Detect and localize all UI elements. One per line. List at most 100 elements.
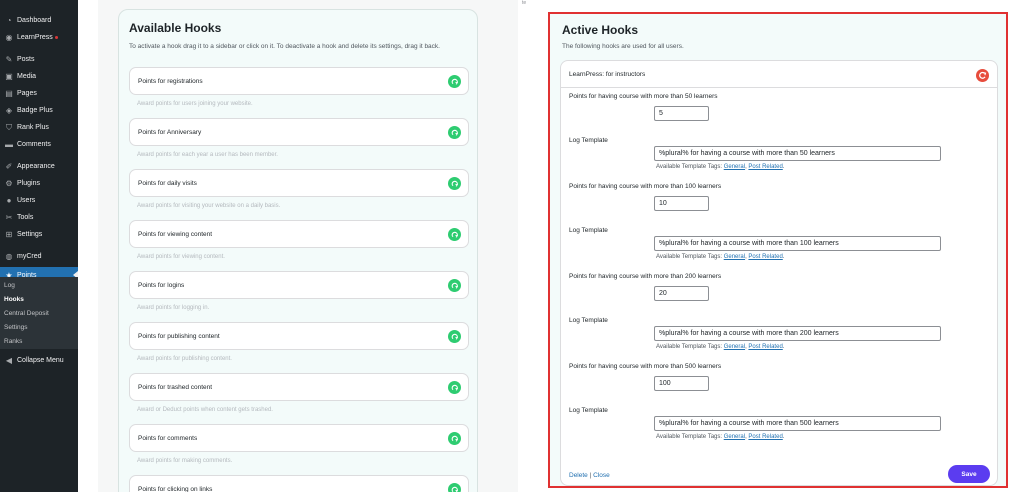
- log-template-input[interactable]: %plural% for having a course with more t…: [654, 416, 941, 431]
- points-amount-input[interactable]: 20: [654, 286, 709, 301]
- corner-text: te: [522, 0, 527, 6]
- points-amount-input[interactable]: 100: [654, 376, 709, 391]
- hook-card[interactable]: Points for publishing content: [129, 322, 469, 350]
- remove-hook-icon[interactable]: [976, 69, 989, 82]
- add-hook-icon[interactable]: [448, 483, 461, 492]
- tags-suffix: .: [782, 164, 785, 170]
- add-hook-icon[interactable]: [448, 177, 461, 190]
- add-hook-icon[interactable]: [448, 228, 461, 241]
- collapse-menu-button[interactable]: ◀ Collapse Menu: [0, 352, 78, 369]
- menu-item-comments[interactable]: ▬ Comments: [0, 136, 78, 153]
- menu-item-rank-plus[interactable]: ⛉ Rank Plus: [0, 119, 78, 136]
- pin-icon: ✎: [5, 55, 13, 64]
- hook-card[interactable]: Points for clicking on links: [129, 475, 469, 492]
- add-hook-icon[interactable]: [448, 279, 461, 292]
- hook-card[interactable]: Points for comments: [129, 424, 469, 452]
- menu-item-posts[interactable]: ✎ Posts: [0, 51, 78, 68]
- post-related-tags-link[interactable]: Post Related: [748, 434, 782, 440]
- post-related-tags-link[interactable]: Post Related: [748, 344, 782, 350]
- menu-item-media[interactable]: ▣ Media: [0, 68, 78, 85]
- log-template-input[interactable]: %plural% for having a course with more t…: [654, 326, 941, 341]
- hook-card[interactable]: Points for registrations: [129, 67, 469, 95]
- menu-item-label: Posts: [17, 56, 35, 63]
- hook-card[interactable]: Points for daily visits: [129, 169, 469, 197]
- menu-item-settings[interactable]: ⊞ Settings: [0, 226, 78, 243]
- post-related-tags-link[interactable]: Post Related: [748, 164, 782, 170]
- menu-item-label: Tools: [17, 214, 34, 221]
- hook-card[interactable]: Points for Anniversary: [129, 118, 469, 146]
- add-hook-icon[interactable]: [448, 381, 461, 394]
- points-amount-input[interactable]: 5: [654, 106, 709, 121]
- tags-suffix: .: [782, 254, 785, 260]
- hook-description: Award points for making comments.: [137, 458, 233, 464]
- hook-card[interactable]: Points for trashed content: [129, 373, 469, 401]
- badge-icon: ◈: [5, 106, 13, 115]
- settings-icon: ⊞: [5, 230, 13, 239]
- points-field-label: Points for having course with more than …: [569, 93, 718, 100]
- template-tags-help: Available Template Tags: General, Post R…: [656, 434, 784, 440]
- general-tags-link[interactable]: General: [724, 164, 745, 170]
- hook-label: Points for clicking on links: [138, 486, 213, 492]
- save-button[interactable]: Save: [948, 465, 990, 483]
- menu-item-appearance[interactable]: ✐ Appearance: [0, 158, 78, 175]
- hook-label: Points for comments: [138, 435, 198, 442]
- hook-card[interactable]: Points for viewing content: [129, 220, 469, 248]
- active-hook-box: LearnPress: for instructors Points for h…: [560, 60, 998, 486]
- hook-description: Award points for logging in.: [137, 305, 210, 311]
- template-tags-help: Available Template Tags: General, Post R…: [656, 164, 784, 170]
- menu-item-label: Rank Plus: [17, 124, 49, 131]
- menu-item-pages[interactable]: ▤ Pages: [0, 85, 78, 102]
- submenu-item-ranks[interactable]: Ranks: [4, 338, 22, 345]
- hook-label: Points for registrations: [138, 78, 203, 85]
- add-hook-icon[interactable]: [448, 330, 461, 343]
- menu-item-label: Dashboard: [17, 17, 52, 24]
- hook-description: Award points for publishing content.: [137, 356, 232, 362]
- menu-item-dashboard[interactable]: ◔ Dashboard: [0, 12, 78, 29]
- add-hook-icon[interactable]: [448, 126, 461, 139]
- menu-item-badge-plus[interactable]: ◈ Badge Plus: [0, 102, 78, 119]
- general-tags-link[interactable]: General: [724, 434, 745, 440]
- menu-item-users[interactable]: ● Users: [0, 192, 78, 209]
- points-field-label: Points for having course with more than …: [569, 363, 722, 370]
- general-tags-link[interactable]: General: [724, 254, 745, 260]
- brush-icon: ✐: [5, 162, 13, 171]
- active-hooks-description: The following hooks are used for all use…: [562, 43, 684, 50]
- close-link[interactable]: Close: [593, 472, 610, 479]
- available-hooks-title: Available Hooks: [129, 21, 222, 35]
- menu-item-label: Pages: [17, 90, 37, 97]
- menu-item-label: Comments: [17, 141, 51, 148]
- plug-icon: ⚙: [5, 179, 13, 188]
- points-field-label: Points for having course with more than …: [569, 183, 722, 190]
- add-hook-icon[interactable]: [448, 75, 461, 88]
- submenu-item-log[interactable]: Log: [4, 282, 15, 289]
- submenu-item-central-deposit[interactable]: Central Deposit: [4, 310, 49, 317]
- menu-item-tools[interactable]: ✂ Tools: [0, 209, 78, 226]
- menu-item-learnpress[interactable]: ◉ LearnPress: [0, 29, 78, 46]
- learnpress-icon: ◉: [5, 33, 13, 42]
- collapse-menu-label: Collapse Menu: [17, 357, 64, 364]
- submenu-item-hooks[interactable]: Hooks: [4, 296, 24, 303]
- menu-item-plugins[interactable]: ⚙ Plugins: [0, 175, 78, 192]
- hook-label: Points for logins: [138, 282, 185, 289]
- add-hook-icon[interactable]: [448, 432, 461, 445]
- menu-item-label: Plugins: [17, 180, 40, 187]
- tags-prefix: Available Template Tags:: [656, 254, 724, 260]
- general-tags-link[interactable]: General: [724, 344, 745, 350]
- active-hooks-panel: Active Hooks The following hooks are use…: [548, 12, 1008, 488]
- log-template-input[interactable]: %plural% for having a course with more t…: [654, 146, 941, 161]
- tags-prefix: Available Template Tags:: [656, 344, 724, 350]
- menu-item-label: Appearance: [17, 163, 55, 170]
- submenu-item-settings[interactable]: Settings: [4, 324, 28, 331]
- points-field-label: Points for having course with more than …: [569, 273, 722, 280]
- hook-label: Points for daily visits: [138, 180, 197, 187]
- points-amount-input[interactable]: 10: [654, 196, 709, 211]
- media-icon: ▣: [5, 72, 13, 81]
- active-hook-header[interactable]: LearnPress: for instructors: [561, 61, 997, 88]
- post-related-tags-link[interactable]: Post Related: [748, 254, 782, 260]
- log-template-input[interactable]: %plural% for having a course with more t…: [654, 236, 941, 251]
- pages-icon: ▤: [5, 89, 13, 98]
- menu-item-mycred[interactable]: ◍ myCred: [0, 248, 78, 265]
- delete-link[interactable]: Delete: [569, 472, 588, 479]
- hook-card[interactable]: Points for logins: [129, 271, 469, 299]
- log-template-label: Log Template: [569, 407, 608, 414]
